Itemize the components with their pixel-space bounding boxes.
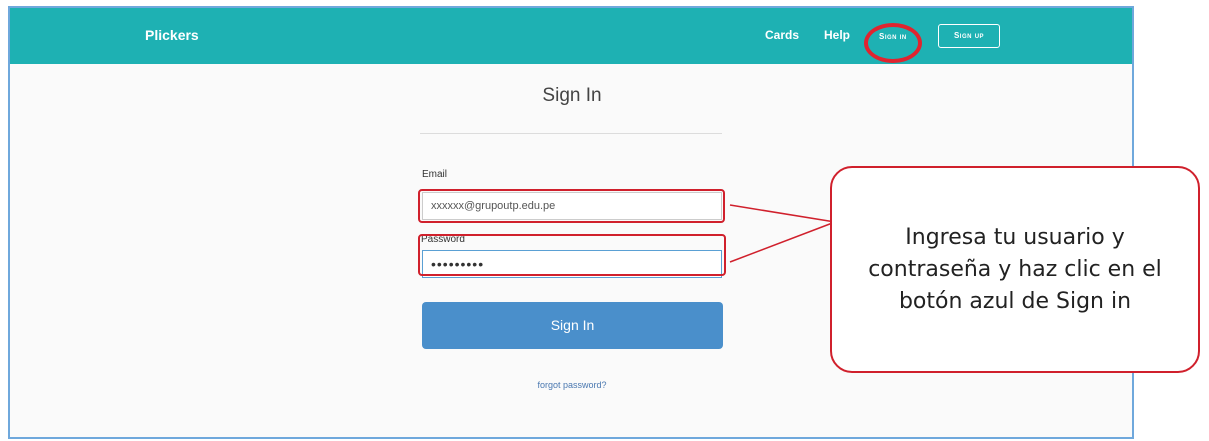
callout-text: Ingresa tu usuario y contraseña y haz cl… [868,224,1162,314]
instruction-callout: Ingresa tu usuario y contraseña y haz cl… [830,166,1200,373]
